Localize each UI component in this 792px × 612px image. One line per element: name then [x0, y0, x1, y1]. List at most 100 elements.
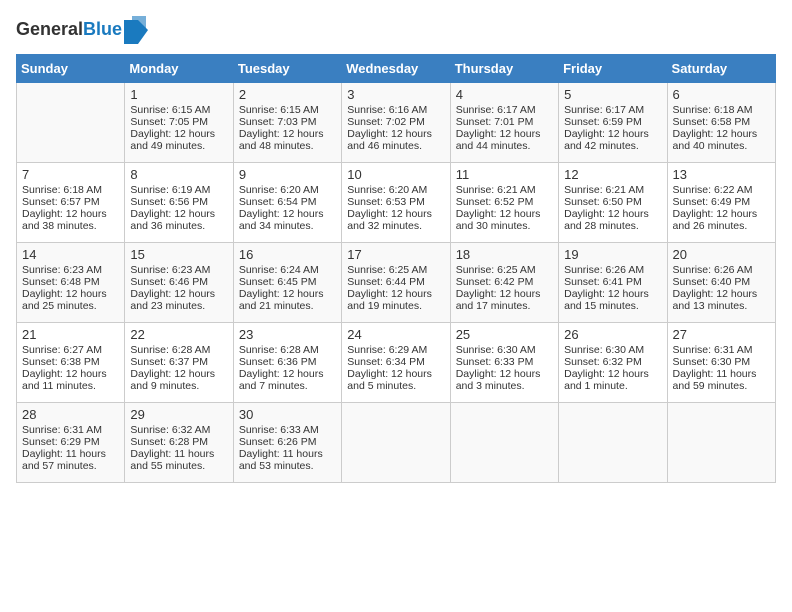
calendar-cell: 7Sunrise: 6:18 AMSunset: 6:57 PMDaylight…	[17, 163, 125, 243]
sunrise-text: Sunrise: 6:15 AM	[130, 104, 210, 116]
logo: GeneralBlue	[16, 16, 148, 44]
day-number: 14	[22, 247, 119, 262]
column-header-monday: Monday	[125, 55, 233, 83]
day-number: 22	[130, 327, 227, 342]
sunset-text: Sunset: 6:34 PM	[347, 356, 425, 368]
calendar-cell: 18Sunrise: 6:25 AMSunset: 6:42 PMDayligh…	[450, 243, 558, 323]
daylight-text: Daylight: 12 hours and 48 minutes.	[239, 128, 324, 152]
day-number: 12	[564, 167, 661, 182]
calendar-cell: 21Sunrise: 6:27 AMSunset: 6:38 PMDayligh…	[17, 323, 125, 403]
calendar-week-2: 7 Sunrise: 6:18 AMSunset: 6:57 PM Daylight…	[17, 163, 776, 243]
sunset-text: Sunset: 6:53 PM	[347, 196, 425, 208]
daylight-text: Daylight: 12 hours and 28 minutes.	[564, 208, 649, 232]
sunset-text: Sunset: 6:57 PM	[22, 196, 100, 208]
sunrise-text: Sunrise: 6:28 AM	[239, 344, 319, 356]
day-number: 7	[22, 167, 119, 182]
sunrise-text: Sunrise: 6:18 AM	[673, 104, 753, 116]
daylight-text: Daylight: 12 hours and 36 minutes.	[130, 208, 215, 232]
daylight-text: Daylight: 12 hours and 34 minutes.	[239, 208, 324, 232]
daylight-text: Daylight: 11 hours and 55 minutes.	[130, 448, 214, 472]
calendar-cell: 30Sunrise: 6:33 AMSunset: 6:26 PMDayligh…	[233, 403, 341, 483]
calendar-cell: 2Sunrise: 6:15 AMSunset: 7:03 PMDaylight…	[233, 83, 341, 163]
daylight-text: Daylight: 12 hours and 30 minutes.	[456, 208, 541, 232]
page-header: GeneralBlue	[16, 16, 776, 44]
day-number: 3	[347, 87, 444, 102]
day-number: 19	[564, 247, 661, 262]
sunrise-text: Sunrise: 6:23 AM	[22, 264, 102, 276]
daylight-text: Daylight: 12 hours and 44 minutes.	[456, 128, 541, 152]
sunrise-text: Sunrise: 6:22 AM	[673, 184, 753, 196]
day-number: 1	[130, 87, 227, 102]
daylight-text: Daylight: 12 hours and 19 minutes.	[347, 288, 432, 312]
day-number: 6	[673, 87, 770, 102]
sunset-text: Sunset: 6:36 PM	[239, 356, 317, 368]
sunrise-text: Sunrise: 6:27 AM	[22, 344, 102, 356]
calendar-cell	[342, 403, 450, 483]
day-number: 10	[347, 167, 444, 182]
day-number: 25	[456, 327, 553, 342]
calendar-week-3: 14Sunrise: 6:23 AMSunset: 6:48 PMDayligh…	[17, 243, 776, 323]
sunrise-text: Sunrise: 6:26 AM	[564, 264, 644, 276]
sunrise-text: Sunrise: 6:29 AM	[347, 344, 427, 356]
sunrise-text: Sunrise: 6:26 AM	[673, 264, 753, 276]
calendar-table: SundayMondayTuesdayWednesdayThursdayFrid…	[16, 54, 776, 483]
daylight-text: Daylight: 12 hours and 46 minutes.	[347, 128, 432, 152]
sunset-text: Sunset: 6:40 PM	[673, 276, 751, 288]
daylight-text: Daylight: 12 hours and 17 minutes.	[456, 288, 541, 312]
sunrise-text: Sunrise: 6:16 AM	[347, 104, 427, 116]
sunrise-text: Sunrise: 6:20 AM	[347, 184, 427, 196]
day-number: 23	[239, 327, 336, 342]
sunrise-text: Sunrise: 6:20 AM	[239, 184, 319, 196]
calendar-week-5: 28Sunrise: 6:31 AMSunset: 6:29 PMDayligh…	[17, 403, 776, 483]
calendar-cell: 20Sunrise: 6:26 AMSunset: 6:40 PMDayligh…	[667, 243, 775, 323]
sunrise-text: Sunrise: 6:23 AM	[130, 264, 210, 276]
calendar-week-1: 1Sunrise: 6:15 AMSunset: 7:05 PMDaylight…	[17, 83, 776, 163]
sunset-text: Sunset: 6:45 PM	[239, 276, 317, 288]
calendar-cell: 28 Sunrise: 6:31 AMSunset: 6:29 PMDayligh…	[17, 403, 125, 483]
sunset-text: Sunset: 6:46 PM	[130, 276, 208, 288]
daylight-text: Daylight: 12 hours and 40 minutes.	[673, 128, 758, 152]
calendar-cell	[559, 403, 667, 483]
calendar-cell: 10 Sunrise: 6:20 AMSunset: 6:53 PMDayligh…	[342, 163, 450, 243]
calendar-cell: 25Sunrise: 6:30 AMSunset: 6:33 PMDayligh…	[450, 323, 558, 403]
column-header-wednesday: Wednesday	[342, 55, 450, 83]
calendar-cell	[667, 403, 775, 483]
sunset-text: Sunset: 6:54 PM	[239, 196, 317, 208]
daylight-text: Daylight: 12 hours and 21 minutes.	[239, 288, 324, 312]
sunset-text: Sunset: 6:28 PM	[130, 436, 208, 448]
sunrise-text: Sunrise: 6:31 AM	[22, 424, 102, 436]
daylight-text: Daylight: 11 hours and 57 minutes.	[22, 448, 106, 472]
sunset-text: Sunset: 6:58 PM	[673, 116, 751, 128]
column-header-tuesday: Tuesday	[233, 55, 341, 83]
day-number: 2	[239, 87, 336, 102]
calendar-cell: 14Sunrise: 6:23 AMSunset: 6:48 PMDayligh…	[17, 243, 125, 323]
sunset-text: Sunset: 6:26 PM	[239, 436, 317, 448]
sunset-text: Sunset: 6:29 PM	[22, 436, 100, 448]
day-number: 15	[130, 247, 227, 262]
calendar-cell: 5Sunrise: 6:17 AMSunset: 6:59 PMDaylight…	[559, 83, 667, 163]
daylight-text: Daylight: 11 hours and 59 minutes.	[673, 368, 757, 392]
day-number: 5	[564, 87, 661, 102]
daylight-text: Daylight: 12 hours and 5 minutes.	[347, 368, 432, 392]
calendar-cell: 13Sunrise: 6:22 AMSunset: 6:49 PMDayligh…	[667, 163, 775, 243]
sunrise-text: Sunrise: 6:24 AM	[239, 264, 319, 276]
sunrise-text: Sunrise: 6:28 AM	[130, 344, 210, 356]
column-header-saturday: Saturday	[667, 55, 775, 83]
calendar-cell: 23 Sunrise: 6:28 AMSunset: 6:36 PMDayligh…	[233, 323, 341, 403]
day-number: 8	[130, 167, 227, 182]
calendar-cell: 12Sunrise: 6:21 AMSunset: 6:50 PMDayligh…	[559, 163, 667, 243]
daylight-text: Daylight: 12 hours and 7 minutes.	[239, 368, 324, 392]
sunset-text: Sunset: 7:01 PM	[456, 116, 534, 128]
sunrise-text: Sunrise: 6:17 AM	[564, 104, 644, 116]
daylight-text: Daylight: 12 hours and 32 minutes.	[347, 208, 432, 232]
daylight-text: Daylight: 12 hours and 9 minutes.	[130, 368, 215, 392]
sunrise-text: Sunrise: 6:30 AM	[564, 344, 644, 356]
sunset-text: Sunset: 6:49 PM	[673, 196, 751, 208]
sunrise-text: Sunrise: 6:18 AM	[22, 184, 102, 196]
day-number: 28	[22, 407, 119, 422]
calendar-header-row: SundayMondayTuesdayWednesdayThursdayFrid…	[17, 55, 776, 83]
day-number: 20	[673, 247, 770, 262]
daylight-text: Daylight: 12 hours and 15 minutes.	[564, 288, 649, 312]
calendar-cell: 11Sunrise: 6:21 AMSunset: 6:52 PMDayligh…	[450, 163, 558, 243]
calendar-cell: 3Sunrise: 6:16 AMSunset: 7:02 PMDaylight…	[342, 83, 450, 163]
